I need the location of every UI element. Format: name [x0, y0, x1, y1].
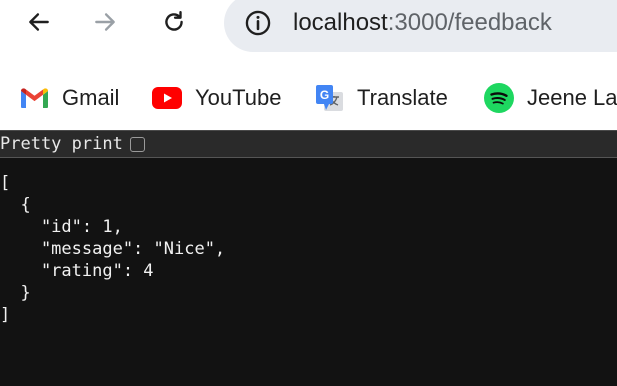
- json-content: [ { "id": 1, "message": "Nice", "rating"…: [0, 173, 226, 325]
- arrow-right-icon: [95, 13, 115, 31]
- bookmark-translate[interactable]: G Translate: [315, 72, 448, 124]
- bookmark-label: Jeene La: [527, 85, 617, 110]
- back-button[interactable]: [17, 0, 61, 44]
- gmail-icon: [20, 87, 49, 109]
- bookmark-youtube[interactable]: YouTube: [152, 72, 281, 124]
- reload-button[interactable]: [152, 0, 196, 44]
- translate-icon: G: [315, 84, 344, 113]
- address-bar[interactable]: localhost:3000/feedback: [224, 0, 617, 52]
- url-host: localhost: [293, 9, 388, 36]
- forward-button[interactable]: [83, 0, 127, 44]
- url-text[interactable]: localhost:3000/feedback: [293, 0, 552, 52]
- bookmark-spotify[interactable]: Jeene La: [484, 72, 617, 124]
- bookmark-label: YouTube: [195, 85, 282, 110]
- pretty-print-label: Pretty print: [0, 134, 123, 154]
- bookmark-label: Translate: [357, 85, 448, 110]
- bookmarks-bar: Gmail YouTube G Translate Jeene La: [0, 72, 617, 124]
- svg-text:G: G: [320, 88, 329, 102]
- pretty-print-checkbox[interactable]: [129, 136, 145, 152]
- pretty-print-bar: Pretty print: [0, 130, 617, 158]
- site-info-icon[interactable]: [243, 8, 273, 38]
- url-path: :3000/feedback: [387, 9, 552, 36]
- arrow-left-icon: [29, 13, 49, 31]
- spotify-icon: [484, 83, 514, 113]
- youtube-icon: [152, 87, 182, 109]
- browser-toolbar: localhost:3000/feedback Gmail YouTube G …: [0, 0, 617, 130]
- bookmark-gmail[interactable]: Gmail: [20, 72, 119, 124]
- bookmark-label: Gmail: [62, 85, 120, 110]
- reload-icon: [165, 11, 183, 31]
